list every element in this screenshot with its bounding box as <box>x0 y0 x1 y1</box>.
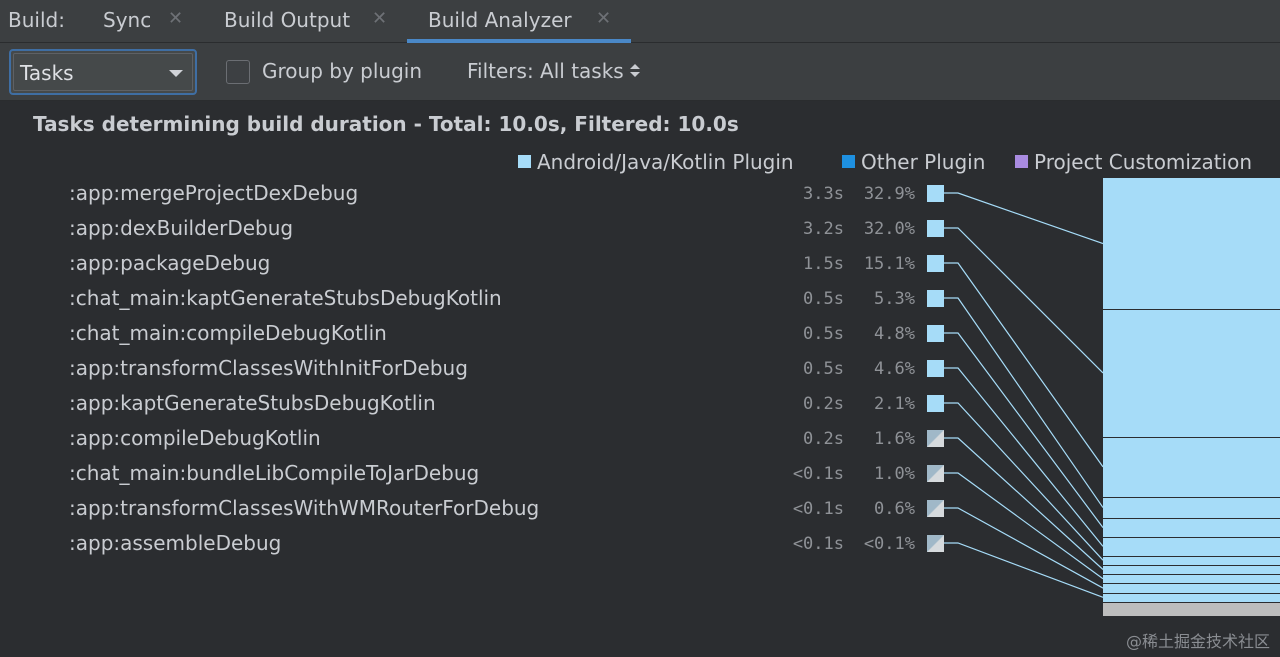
connector-line <box>944 227 1104 374</box>
duration-bar-segment[interactable] <box>1103 564 1280 575</box>
connector-line <box>944 472 1104 580</box>
duration-bar-segment[interactable] <box>1103 574 1280 584</box>
duration-bar-segment[interactable] <box>1103 518 1280 538</box>
duration-bar-segment[interactable] <box>1103 496 1280 519</box>
duration-bar-segment[interactable] <box>1103 178 1280 310</box>
duration-bar-segment[interactable] <box>1103 436 1280 497</box>
connector-line <box>944 297 1104 508</box>
connector-line <box>944 192 1104 245</box>
duration-bar-segment[interactable] <box>1103 583 1280 593</box>
duration-bar-segment-other <box>1103 602 1280 616</box>
watermark: @稀土掘金技术社区 <box>1125 632 1270 651</box>
duration-bar-segment[interactable] <box>1103 555 1280 565</box>
connector-line <box>944 542 1104 598</box>
duration-bar-segment[interactable] <box>1103 537 1280 556</box>
duration-bar-segment[interactable] <box>1103 309 1280 437</box>
connector-line <box>944 332 1104 529</box>
connector-line <box>944 437 1104 570</box>
connector-line <box>944 367 1104 547</box>
duration-bar-segment[interactable] <box>1103 592 1280 602</box>
connector-lines <box>944 192 1104 598</box>
connector-line <box>944 402 1104 561</box>
